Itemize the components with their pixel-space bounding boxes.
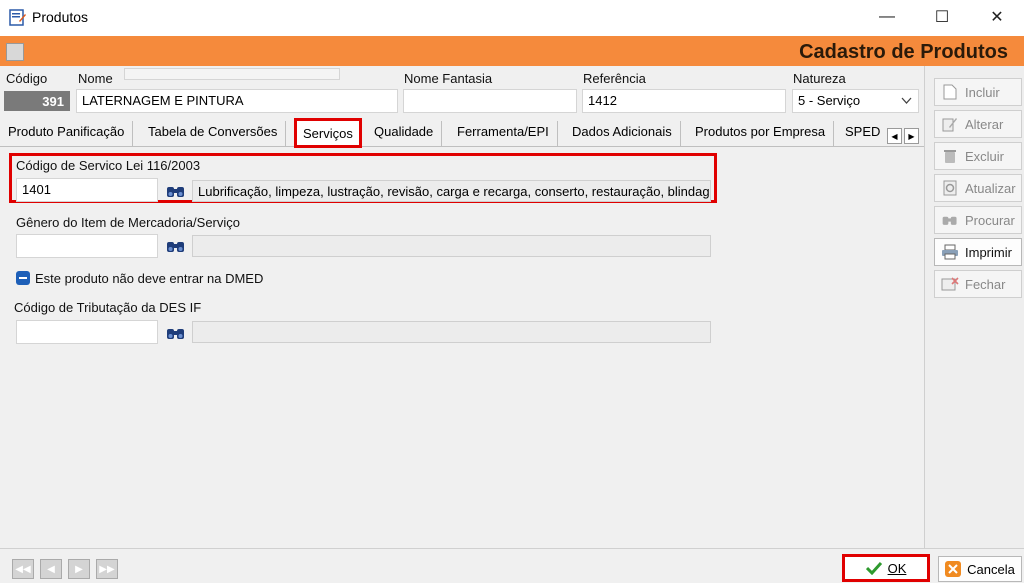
natureza-label: Natureza: [793, 71, 846, 86]
refresh-icon: [941, 179, 959, 197]
first-record-icon[interactable]: ◀◀: [12, 559, 34, 579]
tab-servicos[interactable]: Serviços: [294, 118, 362, 148]
tab-qualidade[interactable]: Qualidade: [366, 121, 443, 147]
maximize-button[interactable]: ☐: [917, 0, 967, 34]
genero-input[interactable]: [16, 234, 158, 258]
codigo-field: 391: [4, 91, 70, 111]
codigo-servico-description: Lubrificação, limpeza, lustração, revisã…: [192, 180, 711, 202]
alterar-label: Alterar: [965, 116, 1004, 132]
nome-input[interactable]: LATERNAGEM E PINTURA: [76, 89, 398, 113]
chevron-down-icon[interactable]: [901, 97, 912, 105]
last-record-icon[interactable]: ▶▶: [96, 559, 118, 579]
procurar-button[interactable]: Procurar: [934, 206, 1022, 234]
fechar-button[interactable]: Fechar: [934, 270, 1022, 298]
ok-button[interactable]: OK: [842, 554, 930, 582]
minimize-button[interactable]: —: [862, 0, 912, 34]
window-title: Produtos: [32, 9, 89, 25]
fechar-label: Fechar: [965, 276, 1006, 292]
procurar-label: Procurar: [965, 212, 1015, 228]
codigo-label: Código: [6, 71, 48, 86]
cancel-button[interactable]: Cancela: [938, 556, 1022, 582]
binoculars-icon[interactable]: [165, 325, 187, 341]
atualizar-button[interactable]: Atualizar: [934, 174, 1022, 202]
dmed-checkbox[interactable]: [16, 271, 30, 285]
natureza-value: 5 - Serviço: [798, 93, 861, 108]
binoculars-icon: [941, 211, 959, 229]
des-if-label: Código de Tributação da DES IF: [14, 300, 202, 315]
trash-icon: [941, 147, 959, 165]
previous-record-icon[interactable]: ◀: [40, 559, 62, 579]
close-form-icon: [941, 275, 959, 293]
excluir-label: Excluir: [965, 148, 1005, 164]
tab-sped[interactable]: SPED: [837, 121, 888, 147]
des-if-description: [192, 321, 711, 343]
close-button[interactable]: ✕: [972, 0, 1022, 34]
tab-ferramenta-epi[interactable]: Ferramenta/EPI: [449, 121, 558, 147]
dmed-label: Este produto não deve entrar na DMED: [35, 271, 264, 286]
nome-label: Nome: [78, 71, 113, 86]
tab-produto-panificacao[interactable]: Produto Panificação: [0, 121, 134, 147]
tab-scroll-right-icon[interactable]: ▶: [904, 128, 919, 144]
referencia-label: Referência: [583, 71, 646, 86]
codigo-servico-input[interactable]: 1401: [16, 178, 158, 202]
binoculars-icon[interactable]: [165, 183, 187, 199]
codigo-servico-label: Código de Servico Lei 116/2003: [16, 158, 201, 173]
cancel-label: Cancela: [967, 561, 1015, 577]
incluir-label: Incluir: [965, 84, 1000, 100]
form-icon: [6, 43, 24, 61]
document-icon: [941, 83, 959, 101]
des-if-input[interactable]: [16, 320, 158, 344]
next-record-icon[interactable]: ▶: [68, 559, 90, 579]
genero-label: Gênero do Item de Mercadoria/Serviço: [16, 215, 240, 230]
binoculars-icon[interactable]: [165, 238, 187, 254]
imprimir-button[interactable]: Imprimir: [934, 238, 1022, 266]
alterar-button[interactable]: Alterar: [934, 110, 1022, 138]
edit-icon: [941, 115, 959, 133]
tab-dados-adicionais[interactable]: Dados Adicionais: [564, 121, 681, 147]
action-panel: [924, 66, 1024, 548]
nome-fantasia-input[interactable]: [403, 89, 577, 113]
checkbox-indeterminate-icon: [19, 277, 27, 279]
cancel-icon: [945, 561, 962, 577]
ok-label: OK: [887, 560, 907, 576]
natureza-select[interactable]: 5 - Serviço: [792, 89, 919, 113]
form-title: Cadastro de Produtos: [799, 41, 1008, 63]
genero-description: [192, 235, 711, 257]
checkmark-icon: [865, 561, 882, 575]
imprimir-label: Imprimir: [965, 244, 1012, 260]
excluir-button[interactable]: Excluir: [934, 142, 1022, 170]
tab-produtos-por-empresa[interactable]: Produtos por Empresa: [687, 121, 835, 147]
nome-fantasia-label: Nome Fantasia: [404, 71, 493, 86]
app-icon: [9, 9, 26, 26]
referencia-input[interactable]: 1412: [582, 89, 786, 113]
printer-icon: [941, 243, 959, 261]
atualizar-label: Atualizar: [965, 180, 1016, 196]
nome-hint-box: [124, 68, 340, 80]
tab-scroll-left-icon[interactable]: ◀: [887, 128, 902, 144]
tab-tabela-conversoes[interactable]: Tabela de Conversões: [140, 121, 287, 147]
incluir-button[interactable]: Incluir: [934, 78, 1022, 106]
